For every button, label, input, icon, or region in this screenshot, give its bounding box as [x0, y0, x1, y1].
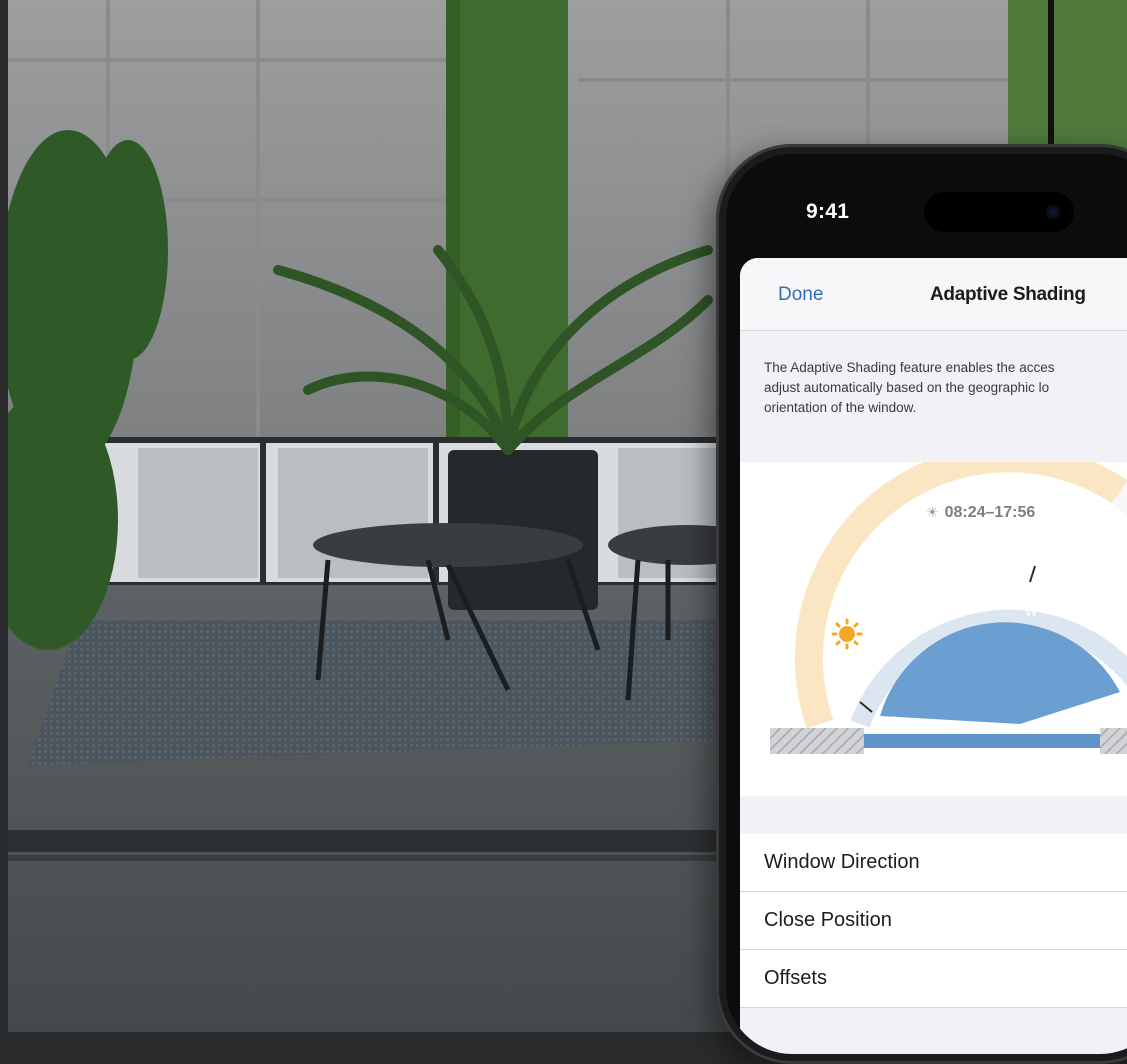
feature-description: The Adaptive Shading feature enables the…	[764, 360, 1055, 415]
wall-left	[770, 728, 866, 754]
west-tick	[1029, 565, 1036, 583]
close-position-label: Close Position	[764, 909, 892, 931]
window-glass	[864, 734, 1100, 748]
settings-list: Window Direction Close Position Offsets	[740, 834, 1127, 1008]
window-direction-row[interactable]: Window Direction	[740, 834, 1127, 892]
wall-right	[1100, 728, 1127, 754]
window-direction-label: Window Direction	[764, 851, 920, 873]
offsets-row[interactable]: Offsets	[740, 950, 1127, 1008]
front-camera-icon	[1046, 205, 1060, 219]
adaptive-shading-sheet: Done Adaptive Shading The Adaptive Shadi…	[740, 258, 1127, 1054]
status-bar-time: 9:41	[806, 200, 850, 223]
west-label: W	[1025, 604, 1038, 619]
done-button[interactable]: Done	[778, 284, 823, 306]
phone-mockup: 9:41 Done Adaptive Shading The Adaptive …	[716, 144, 1127, 1064]
dynamic-island	[924, 192, 1074, 232]
page-title: Adaptive Shading	[930, 284, 1086, 305]
navigation-bar: Done Adaptive Shading	[740, 258, 1127, 331]
sun-path-diagram: S W	[770, 462, 1127, 754]
phone-screen: 9:41 Done Adaptive Shading The Adaptive …	[726, 154, 1127, 1054]
south-label: S	[889, 713, 898, 729]
offsets-label: Offsets	[764, 967, 827, 989]
shading-diagram-card: ☀ 08:24–17:56 S W	[740, 462, 1127, 796]
sun-icon	[831, 618, 863, 650]
close-position-row[interactable]: Close Position	[740, 892, 1127, 950]
